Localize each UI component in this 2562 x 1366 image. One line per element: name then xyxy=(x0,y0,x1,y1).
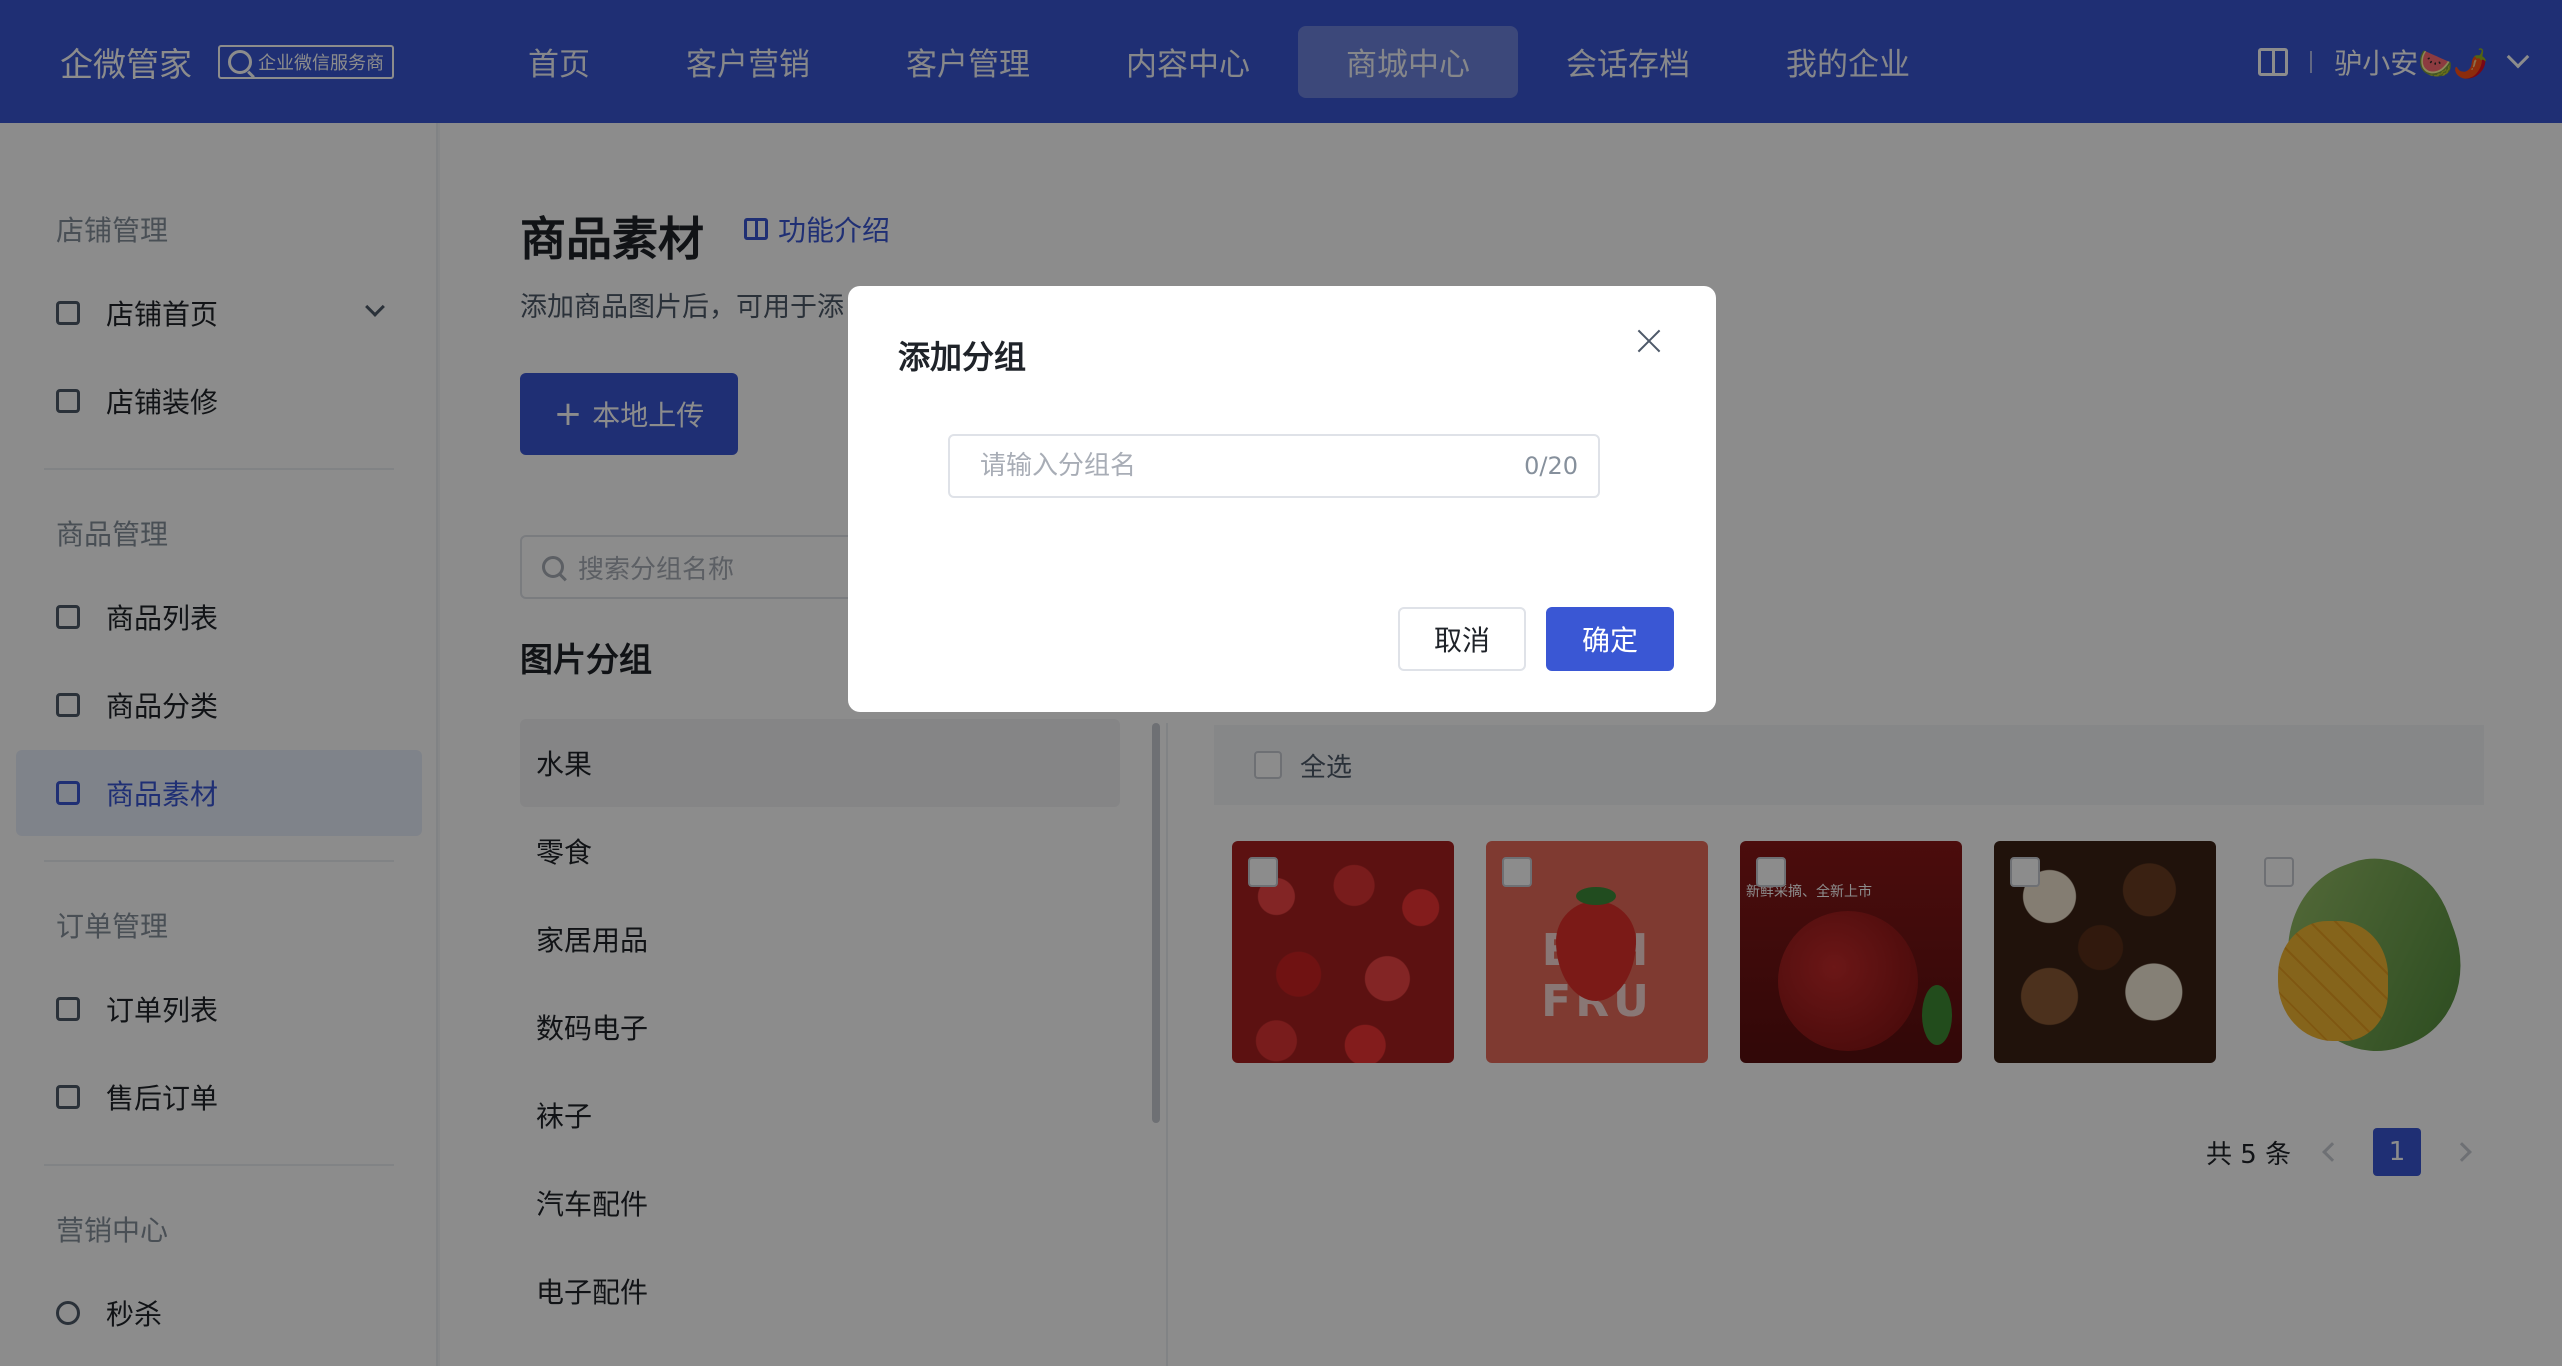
close-icon[interactable] xyxy=(1634,326,1664,356)
add-group-dialog: 添加分组 0/20 取消 确定 xyxy=(848,286,1716,712)
group-name-input[interactable] xyxy=(980,451,1500,481)
cancel-button[interactable]: 取消 xyxy=(1398,607,1526,671)
dialog-title: 添加分组 xyxy=(898,338,1027,376)
group-name-field[interactable]: 0/20 xyxy=(948,434,1600,498)
char-counter: 0/20 xyxy=(1524,452,1578,480)
confirm-button[interactable]: 确定 xyxy=(1546,607,1674,671)
